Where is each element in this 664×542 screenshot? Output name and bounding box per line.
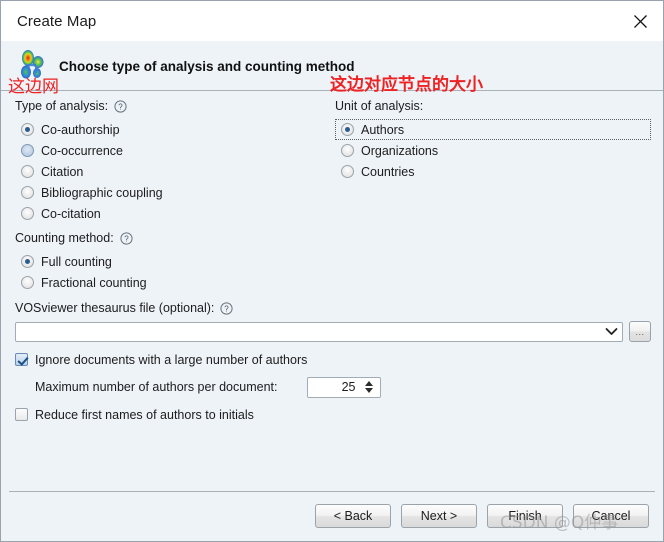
radio-bibliographic-coupling[interactable]: Bibliographic coupling xyxy=(15,182,325,203)
spinner-down-arrow[interactable] xyxy=(365,388,374,393)
radio-co-authorship[interactable]: Co-authorship xyxy=(15,119,325,140)
thesaurus-label: VOSviewer thesaurus file (optional): xyxy=(15,301,215,315)
checkbox-indicator xyxy=(15,408,28,421)
unit-of-analysis-label: Unit of analysis: xyxy=(335,99,424,113)
max-authors-row: Maximum number of authors per document: … xyxy=(35,376,651,398)
max-authors-value[interactable]: 25 xyxy=(308,380,361,394)
thesaurus-label-row: VOSviewer thesaurus file (optional): ? xyxy=(15,301,651,315)
radio-label: Bibliographic coupling xyxy=(41,185,163,200)
radio-indicator xyxy=(21,123,34,136)
radio-indicator xyxy=(21,276,34,289)
browse-button[interactable]: ... xyxy=(629,321,651,342)
radio-full-counting[interactable]: Full counting xyxy=(15,251,325,272)
unit-of-analysis-label-row: Unit of analysis: xyxy=(335,99,651,113)
finish-button[interactable]: Finish xyxy=(487,504,563,528)
max-authors-spinner[interactable]: 25 xyxy=(307,376,382,398)
cancel-button[interactable]: Cancel xyxy=(573,504,649,528)
chevron-down-icon[interactable] xyxy=(605,327,618,336)
checkbox-reduce-first-names[interactable]: Reduce first names of authors to initial… xyxy=(15,404,651,425)
radio-indicator xyxy=(21,186,34,199)
checkbox-indicator xyxy=(15,353,28,366)
radio-label: Co-authorship xyxy=(41,122,120,137)
dialog-header: Choose type of analysis and counting met… xyxy=(1,41,663,91)
checkbox-label: Reduce first names of authors to initial… xyxy=(35,407,254,422)
radio-authors[interactable]: Authors xyxy=(335,119,651,140)
title-bar: Create Map xyxy=(1,1,663,41)
help-icon[interactable]: ? xyxy=(114,99,127,113)
radio-organizations[interactable]: Organizations xyxy=(335,140,651,161)
thesaurus-combobox[interactable] xyxy=(15,321,623,342)
counting-method-label: Counting method: xyxy=(15,231,114,245)
radio-indicator xyxy=(341,165,354,178)
svg-text:?: ? xyxy=(118,102,123,111)
back-button[interactable]: < Back xyxy=(315,504,391,528)
thesaurus-row: ... xyxy=(15,321,651,342)
radio-indicator xyxy=(341,123,354,136)
radio-label: Authors xyxy=(361,122,405,137)
dialog-footer: < Back Next > Finish Cancel xyxy=(1,491,663,541)
counting-method-label-row: Counting method: ? xyxy=(15,231,325,245)
type-of-analysis-label-row: Type of analysis: ? xyxy=(15,99,325,113)
svg-text:?: ? xyxy=(124,234,129,243)
vosviewer-density-icon xyxy=(15,48,51,84)
checkbox-label: Ignore documents with a large number of … xyxy=(35,352,308,367)
radio-indicator xyxy=(341,144,354,157)
svg-text:?: ? xyxy=(225,304,230,313)
footer-separator xyxy=(9,491,655,492)
unit-of-analysis-group: Unit of analysis: Authors Organizations … xyxy=(335,99,651,182)
radio-label: Countries xyxy=(361,164,415,179)
radio-label: Co-occurrence xyxy=(41,143,123,158)
dialog-body: Type of analysis: ? Co-authorship Co-occ… xyxy=(1,91,663,491)
radio-co-occurrence[interactable]: Co-occurrence xyxy=(15,140,325,161)
create-map-dialog: Create Map Choose type of analysis and c… xyxy=(0,0,664,542)
radio-indicator xyxy=(21,207,34,220)
help-icon[interactable]: ? xyxy=(220,301,234,315)
radio-label: Fractional counting xyxy=(41,275,147,290)
thesaurus-file-group: VOSviewer thesaurus file (optional): ? .… xyxy=(15,301,651,342)
radio-label: Citation xyxy=(41,164,84,179)
next-button[interactable]: Next > xyxy=(401,504,477,528)
radio-co-citation[interactable]: Co-citation xyxy=(15,203,325,224)
close-icon[interactable] xyxy=(617,2,663,41)
radio-countries[interactable]: Countries xyxy=(335,161,651,182)
spinner-up-arrow[interactable] xyxy=(365,381,374,386)
radio-citation[interactable]: Citation xyxy=(15,161,325,182)
type-of-analysis-label: Type of analysis: xyxy=(15,99,109,113)
radio-label: Full counting xyxy=(41,254,112,269)
spinner-arrows-icon[interactable] xyxy=(361,378,380,397)
type-of-analysis-group: Type of analysis: ? Co-authorship Co-occ… xyxy=(15,99,325,224)
counting-method-group: Counting method: ? Full counting Fractio… xyxy=(15,231,325,293)
radio-indicator xyxy=(21,144,34,157)
radio-indicator xyxy=(21,165,34,178)
max-authors-label: Maximum number of authors per document: xyxy=(35,380,278,394)
checkbox-ignore-large-author-docs[interactable]: Ignore documents with a large number of … xyxy=(15,349,651,370)
radio-indicator xyxy=(21,255,34,268)
radio-label: Organizations xyxy=(361,143,439,158)
radio-fractional-counting[interactable]: Fractional counting xyxy=(15,272,325,293)
author-options-group: Ignore documents with a large number of … xyxy=(15,349,651,425)
help-icon[interactable]: ? xyxy=(120,231,133,245)
window-title: Create Map xyxy=(17,12,97,30)
page-title: Choose type of analysis and counting met… xyxy=(59,58,355,74)
radio-label: Co-citation xyxy=(41,206,101,221)
